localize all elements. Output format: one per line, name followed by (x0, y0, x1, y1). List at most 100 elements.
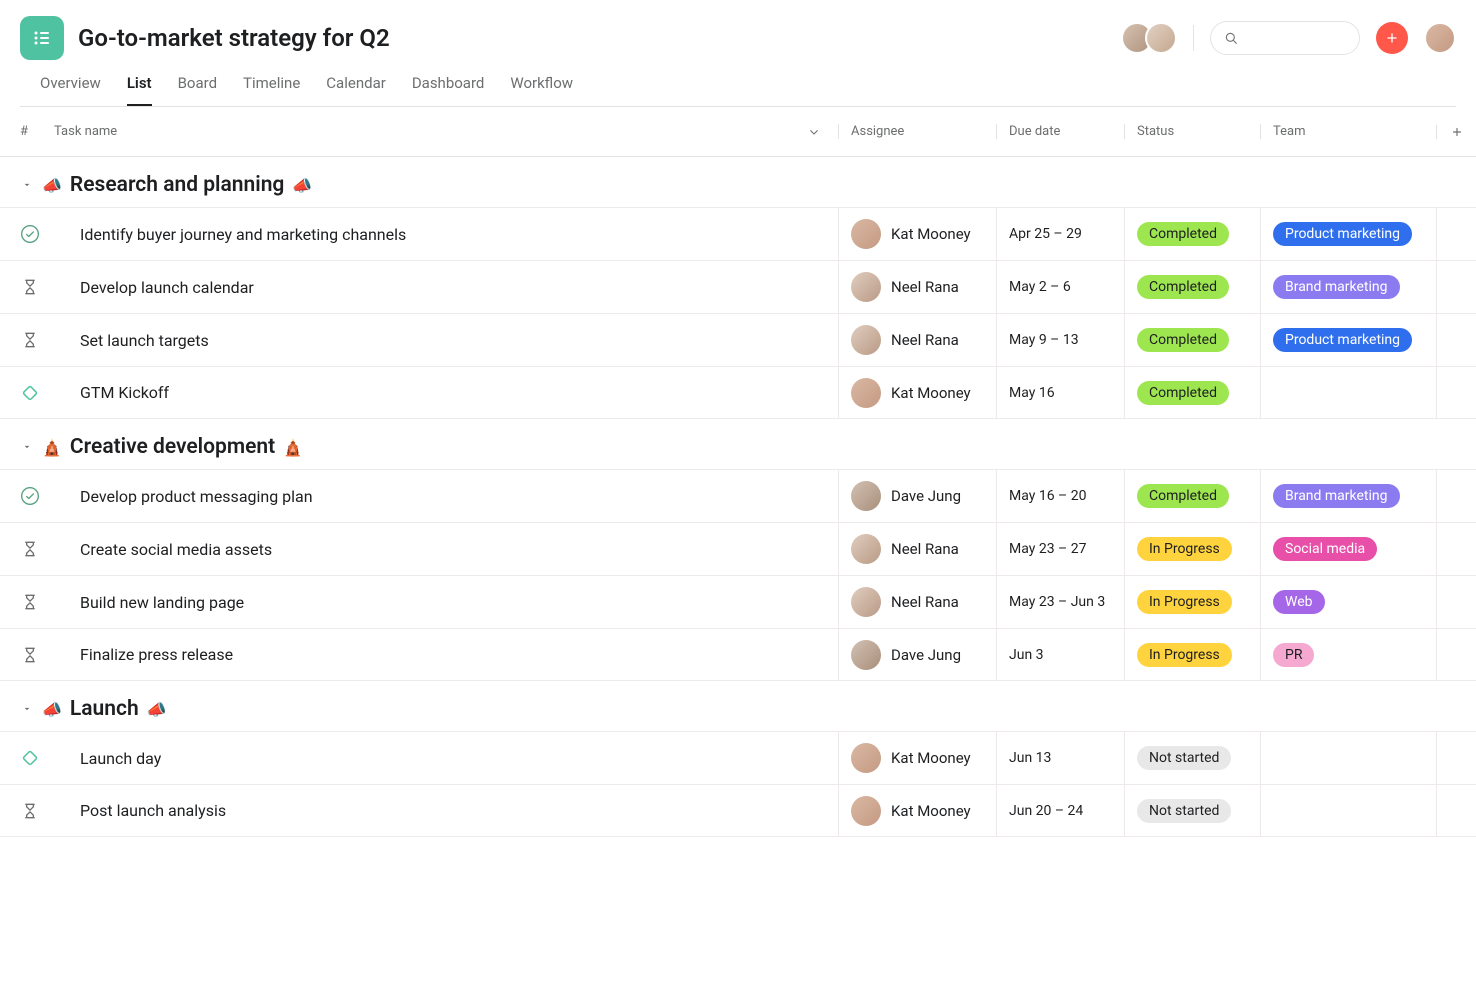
col-assignee[interactable]: Assignee (838, 124, 996, 139)
task-row[interactable]: Develop launch calendar Neel Rana May 2 … (0, 260, 1476, 313)
team-pill[interactable]: PR (1273, 643, 1314, 667)
task-row[interactable]: Launch day Kat Mooney Jun 13 Not started (0, 731, 1476, 784)
tab-workflow[interactable]: Workflow (510, 74, 573, 106)
status-pill[interactable]: Not started (1137, 746, 1231, 770)
task-row[interactable]: Finalize press release Dave Jung Jun 3 I… (0, 628, 1476, 681)
due-date[interactable]: May 16 (996, 367, 1124, 418)
status-pill[interactable]: In Progress (1137, 590, 1232, 614)
task-status-icon[interactable] (20, 330, 54, 350)
section-caret-icon[interactable] (20, 702, 34, 716)
section-caret-icon[interactable] (20, 178, 34, 192)
due-date[interactable]: Jun 13 (996, 732, 1124, 784)
status-cell[interactable]: Not started (1124, 732, 1260, 784)
status-cell[interactable]: Completed (1124, 314, 1260, 366)
section-title[interactable]: Research and planning (70, 173, 284, 197)
section-title[interactable]: Launch (70, 697, 139, 721)
due-date[interactable]: May 23 – 27 (996, 523, 1124, 575)
status-cell[interactable]: In Progress (1124, 576, 1260, 628)
team-cell[interactable]: Social media (1260, 523, 1436, 575)
col-team[interactable]: Team (1260, 124, 1436, 139)
assignee-cell[interactable]: Kat Mooney (838, 785, 996, 836)
task-status-icon[interactable] (20, 486, 54, 506)
task-name[interactable]: Finalize press release (54, 645, 838, 664)
project-icon[interactable] (20, 16, 64, 60)
team-pill[interactable]: Web (1273, 590, 1325, 614)
task-name[interactable]: Build new landing page (54, 593, 838, 612)
task-status-icon[interactable] (20, 801, 54, 821)
task-row[interactable]: Identify buyer journey and marketing cha… (0, 207, 1476, 260)
due-date[interactable]: May 23 – Jun 3 (996, 576, 1124, 628)
tab-overview[interactable]: Overview (40, 74, 101, 106)
col-due[interactable]: Due date (996, 124, 1124, 139)
tab-list[interactable]: List (127, 74, 152, 106)
team-cell[interactable]: Brand marketing (1260, 470, 1436, 522)
task-name[interactable]: Create social media assets (54, 540, 838, 559)
team-cell[interactable]: Product marketing (1260, 314, 1436, 366)
due-date[interactable]: May 16 – 20 (996, 470, 1124, 522)
task-name[interactable]: GTM Kickoff (54, 383, 838, 402)
task-name[interactable]: Identify buyer journey and marketing cha… (54, 225, 838, 244)
user-avatar[interactable] (1424, 22, 1456, 54)
status-cell[interactable]: In Progress (1124, 629, 1260, 680)
task-name[interactable]: Set launch targets (54, 331, 838, 350)
team-pill[interactable]: Brand marketing (1273, 275, 1400, 299)
task-row[interactable]: Develop product messaging plan Dave Jung… (0, 469, 1476, 522)
task-row[interactable]: Post launch analysis Kat Mooney Jun 20 –… (0, 784, 1476, 837)
tab-timeline[interactable]: Timeline (243, 74, 300, 106)
status-pill[interactable]: Not started (1137, 799, 1231, 823)
team-pill[interactable]: Social media (1273, 537, 1377, 561)
status-pill[interactable]: Completed (1137, 484, 1229, 508)
team-pill[interactable]: Brand marketing (1273, 484, 1400, 508)
due-date[interactable]: Jun 3 (996, 629, 1124, 680)
task-status-icon[interactable] (20, 539, 54, 559)
col-status[interactable]: Status (1124, 124, 1260, 139)
add-button[interactable] (1376, 22, 1408, 54)
team-cell[interactable]: Web (1260, 576, 1436, 628)
task-status-icon[interactable] (20, 645, 54, 665)
team-cell[interactable]: Product marketing (1260, 208, 1436, 260)
tab-dashboard[interactable]: Dashboard (412, 74, 485, 106)
task-status-icon[interactable] (20, 592, 54, 612)
status-cell[interactable]: Completed (1124, 470, 1260, 522)
status-pill[interactable]: Completed (1137, 222, 1229, 246)
tab-board[interactable]: Board (178, 74, 217, 106)
task-name[interactable]: Develop product messaging plan (54, 487, 838, 506)
section-title[interactable]: Creative development (70, 435, 275, 459)
task-row[interactable]: Create social media assets Neel Rana May… (0, 522, 1476, 575)
status-cell[interactable]: Not started (1124, 785, 1260, 836)
tab-calendar[interactable]: Calendar (326, 74, 386, 106)
add-column-button[interactable] (1436, 125, 1476, 139)
assignee-cell[interactable]: Neel Rana (838, 314, 996, 366)
due-date[interactable]: May 2 – 6 (996, 261, 1124, 313)
status-cell[interactable]: Completed (1124, 208, 1260, 260)
search-box[interactable] (1210, 21, 1360, 55)
team-cell[interactable] (1260, 785, 1436, 836)
status-cell[interactable]: Completed (1124, 261, 1260, 313)
assignee-cell[interactable]: Dave Jung (838, 629, 996, 680)
due-date[interactable]: Jun 20 – 24 (996, 785, 1124, 836)
status-pill[interactable]: In Progress (1137, 643, 1232, 667)
task-name[interactable]: Launch day (54, 749, 838, 768)
task-status-icon[interactable] (20, 748, 54, 768)
status-cell[interactable]: In Progress (1124, 523, 1260, 575)
task-name[interactable]: Post launch analysis (54, 801, 838, 820)
status-pill[interactable]: Completed (1137, 381, 1229, 405)
assignee-cell[interactable]: Kat Mooney (838, 208, 996, 260)
task-status-icon[interactable] (20, 383, 54, 403)
task-status-icon[interactable] (20, 277, 54, 297)
task-name[interactable]: Develop launch calendar (54, 278, 838, 297)
task-row[interactable]: Build new landing page Neel Rana May 23 … (0, 575, 1476, 628)
assignee-cell[interactable]: Neel Rana (838, 523, 996, 575)
members-stack[interactable] (1129, 22, 1177, 54)
team-cell[interactable]: PR (1260, 629, 1436, 680)
search-input[interactable] (1247, 30, 1347, 46)
status-cell[interactable]: Completed (1124, 367, 1260, 418)
status-pill[interactable]: Completed (1137, 328, 1229, 352)
due-date[interactable]: May 9 – 13 (996, 314, 1124, 366)
team-pill[interactable]: Product marketing (1273, 222, 1412, 246)
task-status-icon[interactable] (20, 224, 54, 244)
due-date[interactable]: Apr 25 – 29 (996, 208, 1124, 260)
assignee-cell[interactable]: Neel Rana (838, 261, 996, 313)
task-row[interactable]: Set launch targets Neel Rana May 9 – 13 … (0, 313, 1476, 366)
team-cell[interactable]: Brand marketing (1260, 261, 1436, 313)
